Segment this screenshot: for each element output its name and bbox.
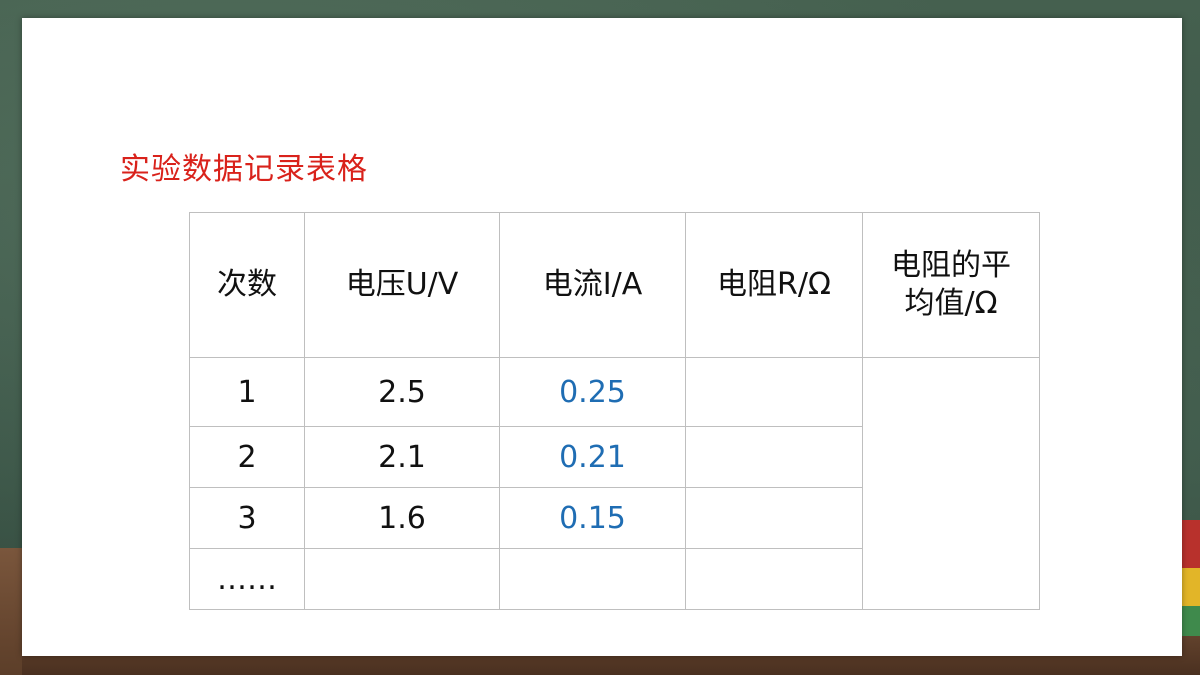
yellow-book-decoration [1182, 568, 1200, 606]
current-cell: 0.21 [499, 426, 686, 488]
wooden-desk-left-edge [0, 548, 22, 675]
trial-cell: …… [189, 548, 305, 610]
trial-cell: 1 [189, 357, 305, 427]
header-resistance: 电阻R/Ω [685, 212, 863, 358]
table-header-row: 次数 电压U/V 电流I/A 电阻R/Ω 电阻的平均值/Ω [189, 212, 1040, 358]
voltage-cell: 1.6 [304, 487, 500, 549]
current-cell [499, 548, 686, 610]
green-book-decoration [1182, 606, 1200, 636]
resistance-cell [685, 548, 863, 610]
header-average-resistance: 电阻的平均值/Ω [862, 212, 1040, 358]
current-cell: 0.15 [499, 487, 686, 549]
voltage-cell: 2.1 [304, 426, 500, 488]
voltage-cell [304, 548, 500, 610]
header-current: 电流I/A [499, 212, 686, 358]
header-trial-count: 次数 [189, 212, 305, 358]
trial-cell: 2 [189, 426, 305, 488]
slide-title: 实验数据记录表格 [120, 152, 368, 187]
voltage-cell: 2.5 [304, 357, 500, 427]
red-book-decoration [1182, 520, 1200, 568]
trial-cell: 3 [189, 487, 305, 549]
resistance-cell [685, 487, 863, 549]
resistance-cell [685, 426, 863, 488]
table-row: 1 2.5 0.25 [189, 357, 1040, 610]
slide-panel: 实验数据记录表格 次数 电压U/V 电流I/A 电阻R/Ω 电阻的平均值/Ω 1… [22, 18, 1182, 656]
resistance-cell [685, 357, 863, 427]
header-voltage: 电压U/V [304, 212, 500, 358]
experiment-data-table: 次数 电压U/V 电流I/A 电阻R/Ω 电阻的平均值/Ω 1 2.5 0.25… [189, 212, 1040, 610]
current-cell: 0.25 [499, 357, 686, 427]
average-resistance-cell [862, 357, 1040, 610]
